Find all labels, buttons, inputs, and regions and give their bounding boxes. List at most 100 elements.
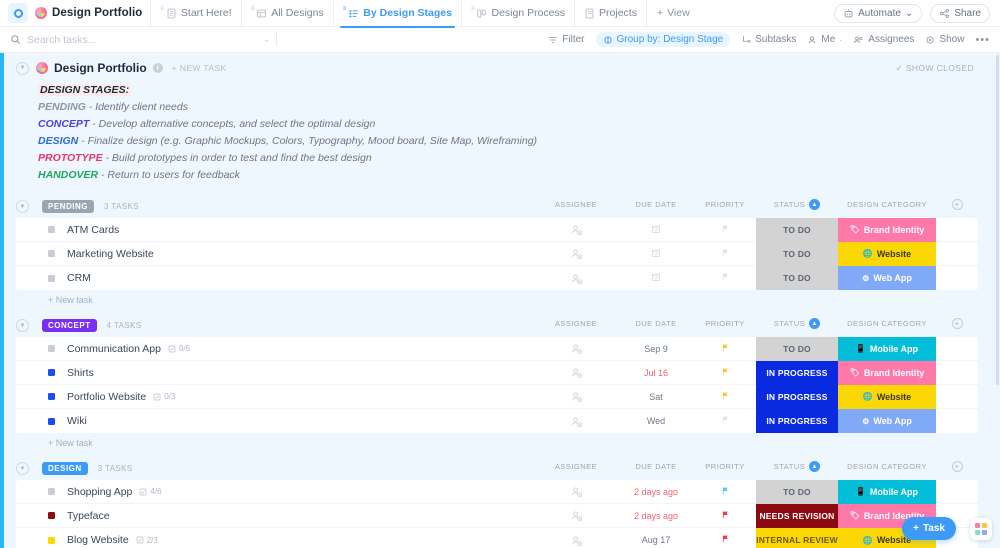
assignees-button[interactable]: Assignees <box>853 34 914 45</box>
design-category-cell[interactable]: ⚙Web App <box>838 409 936 433</box>
design-category-cell[interactable]: 🌐Website <box>838 242 936 266</box>
vertical-scrollbar[interactable] <box>995 53 1000 548</box>
add-column-button[interactable]: + <box>936 318 978 329</box>
add-task-fab[interactable]: + Task <box>902 517 956 540</box>
collapse-group-icon[interactable]: ▼ <box>16 200 29 213</box>
search-box[interactable]: ⌄ <box>10 34 270 46</box>
assignee-cell[interactable] <box>534 409 618 433</box>
due-date-cell[interactable]: Jul 16 <box>618 361 694 385</box>
avatar-placeholder[interactable] <box>570 415 583 428</box>
sort-ascending-icon[interactable]: ▲ <box>809 318 820 329</box>
due-date-cell[interactable]: 2 days ago <box>618 504 694 528</box>
due-date-cell[interactable]: Sep 9 <box>618 337 694 361</box>
task-status-marker-icon[interactable] <box>48 275 55 282</box>
table-row[interactable]: ShirtsJul 16IN PROGRESS🏷Brand Identity <box>16 361 978 385</box>
column-header-assignee[interactable]: ASSIGNEE <box>534 200 618 209</box>
table-row[interactable]: ATM CardsTO DO🏷Brand Identity <box>16 218 978 242</box>
table-row[interactable]: Marketing Website TO DO🌐Website <box>16 242 978 266</box>
assignee-cell[interactable] <box>534 337 618 361</box>
priority-cell[interactable] <box>694 385 756 409</box>
more-options-button[interactable]: ••• <box>975 34 990 46</box>
priority-flag-low-icon[interactable] <box>721 486 730 498</box>
priority-cell[interactable] <box>694 266 756 290</box>
sort-ascending-icon[interactable]: ▲ <box>809 199 820 210</box>
tab-start-here[interactable]: ≡ Start Here! <box>150 0 240 27</box>
group-by-button[interactable]: Group by: Design Stage <box>596 32 731 47</box>
priority-cell[interactable] <box>694 480 756 504</box>
task-name-cell[interactable]: Shopping App4/6 <box>16 486 534 498</box>
assignee-cell[interactable] <box>534 218 618 242</box>
tab-by-design-stages[interactable]: ≡ By Design Stages <box>333 0 461 27</box>
column-header-priority[interactable]: PRIORITY <box>694 462 756 471</box>
new-task-button[interactable]: + NEW TASK <box>172 63 227 73</box>
priority-cell[interactable] <box>694 242 756 266</box>
table-row[interactable]: Portfolio Website0/3SatIN PROGRESS🌐Websi… <box>16 385 978 409</box>
table-row[interactable]: Typeface2 days agoNEEDS REVISION🏷Brand I… <box>16 504 978 528</box>
avatar-placeholder[interactable] <box>570 223 583 236</box>
apps-grid-icon[interactable] <box>970 518 992 540</box>
design-category-cell[interactable]: 🏷Brand Identity <box>838 361 936 385</box>
task-name-cell[interactable]: Marketing Website <box>16 248 534 260</box>
priority-cell[interactable] <box>694 409 756 433</box>
clickup-logo-icon[interactable] <box>8 3 28 23</box>
status-cell[interactable]: IN PROGRESS <box>756 385 838 409</box>
tab-all-designs[interactable]: ≡ All Designs <box>241 0 333 27</box>
column-header-status[interactable]: STATUS▲ <box>756 318 838 329</box>
table-row[interactable]: Communication App0/6Sep 9TO DO📱Mobile Ap… <box>16 337 978 361</box>
priority-flag-urgent-icon[interactable] <box>721 534 730 546</box>
task-name-cell[interactable]: Wiki <box>16 415 534 427</box>
due-date-cell[interactable]: Sat <box>618 385 694 409</box>
priority-cell[interactable] <box>694 528 756 548</box>
priority-flag-medium-icon[interactable] <box>721 367 730 379</box>
column-header-assignee[interactable]: ASSIGNEE <box>534 319 618 328</box>
task-status-marker-icon[interactable] <box>48 418 55 425</box>
due-date-cell[interactable]: 2 days ago <box>618 480 694 504</box>
column-header-design-category[interactable]: DESIGN CATEGORY <box>838 319 936 328</box>
assignee-cell[interactable] <box>534 480 618 504</box>
status-cell[interactable]: TO DO <box>756 242 838 266</box>
assignee-cell[interactable] <box>534 385 618 409</box>
column-header-due-date[interactable]: DUE DATE <box>618 200 694 209</box>
search-input[interactable] <box>27 34 257 46</box>
subtask-count[interactable]: 0/6 <box>168 344 190 353</box>
table-row[interactable]: Blog Website2/3Aug 17INTERNAL REVIEW🌐Web… <box>16 528 978 548</box>
assignee-cell[interactable] <box>534 528 618 548</box>
new-task-row[interactable]: + New task <box>16 433 978 456</box>
priority-flag-none-icon[interactable] <box>721 224 730 236</box>
avatar-placeholder[interactable] <box>570 485 583 498</box>
status-cell[interactable]: NEEDS REVISION <box>756 504 838 528</box>
design-category-cell[interactable]: ⚙Web App <box>838 266 936 290</box>
task-status-marker-icon[interactable] <box>48 250 55 257</box>
due-date-cell[interactable]: Wed <box>618 409 694 433</box>
assignee-cell[interactable] <box>534 504 618 528</box>
task-status-marker-icon[interactable] <box>48 512 55 519</box>
collapse-group-icon[interactable]: ▼ <box>16 319 29 332</box>
avatar-placeholder[interactable] <box>570 366 583 379</box>
chevron-down-icon[interactable]: ⌄ <box>263 35 270 44</box>
status-cell[interactable]: IN PROGRESS <box>756 409 838 433</box>
priority-cell[interactable] <box>694 504 756 528</box>
priority-flag-urgent-icon[interactable] <box>721 510 730 522</box>
automate-button[interactable]: Automate ⌄ <box>834 4 922 23</box>
status-cell[interactable]: INTERNAL REVIEW <box>756 528 838 548</box>
avatar-placeholder[interactable] <box>570 247 583 260</box>
task-name-cell[interactable]: CRM <box>16 272 534 284</box>
priority-flag-medium-icon[interactable] <box>721 343 730 355</box>
task-name-cell[interactable]: Blog Website2/3 <box>16 534 534 546</box>
task-status-marker-icon[interactable] <box>48 488 55 495</box>
priority-flag-medium-icon[interactable] <box>721 391 730 403</box>
column-header-design-category[interactable]: DESIGN CATEGORY <box>838 200 936 209</box>
task-name-cell[interactable]: ATM Cards <box>16 224 534 236</box>
status-cell[interactable]: IN PROGRESS <box>756 361 838 385</box>
assignee-cell[interactable] <box>534 242 618 266</box>
avatar-placeholder[interactable] <box>570 390 583 403</box>
scrollbar-thumb[interactable] <box>996 55 999 385</box>
status-cell[interactable]: TO DO <box>756 266 838 290</box>
task-status-marker-icon[interactable] <box>48 345 55 352</box>
assignee-cell[interactable] <box>534 361 618 385</box>
calendar-icon[interactable] <box>651 248 661 260</box>
add-view-button[interactable]: + View <box>646 0 700 27</box>
filter-button[interactable]: Filter <box>548 34 584 45</box>
subtask-count[interactable]: 0/3 <box>153 392 175 401</box>
due-date-cell[interactable] <box>618 218 694 242</box>
